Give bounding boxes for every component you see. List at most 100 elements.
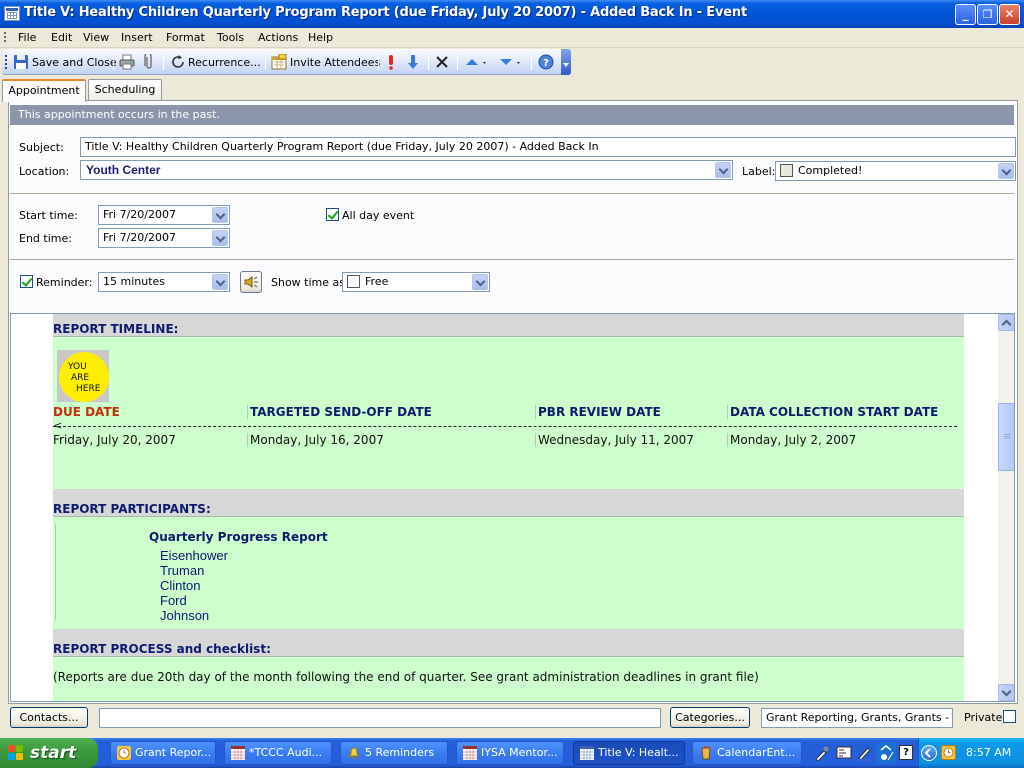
menu-insert[interactable]: Insert xyxy=(121,31,153,44)
location-combobox[interactable]: Youth Center xyxy=(80,160,733,180)
help-tray-icon[interactable]: ? xyxy=(899,745,913,760)
print-button[interactable] xyxy=(119,53,135,71)
label-label: Label: xyxy=(742,165,776,178)
taskbar-button-reminders[interactable]: 5 Reminders xyxy=(340,741,448,765)
toolbar-options-chevron[interactable] xyxy=(561,49,571,75)
notes-scrollbar[interactable] xyxy=(998,314,1014,701)
recurrence-button[interactable]: Recurrence... xyxy=(170,53,261,71)
show-hidden-icons-chevron-icon[interactable] xyxy=(921,745,937,761)
tab-appointment[interactable]: Appointment xyxy=(2,79,86,102)
reminder-chevron-icon[interactable] xyxy=(212,274,228,290)
taskbar-button-tccc[interactable]: *TCCC Audi... xyxy=(224,741,332,765)
outlook-reminder-tray-icon[interactable] xyxy=(941,745,956,760)
divider xyxy=(10,259,1014,260)
all-day-event-label[interactable]: All day event xyxy=(342,209,414,222)
taskbar-button-label: IYSA Mentor... xyxy=(481,746,558,759)
start-date-chevron-icon[interactable] xyxy=(212,207,228,223)
menu-file[interactable]: File xyxy=(18,31,36,44)
close-button[interactable]: ✕ xyxy=(999,4,1020,25)
delete-button[interactable] xyxy=(435,53,449,71)
categories-input[interactable]: Grant Reporting, Grants, Grants - Title xyxy=(761,708,953,728)
end-date-picker[interactable]: Fri 7/20/2007 xyxy=(98,228,230,248)
recurrence-label: Recurrence... xyxy=(188,55,261,69)
column-divider xyxy=(727,405,728,419)
column-divider xyxy=(535,405,536,419)
location-dropdown-chevron-icon[interactable] xyxy=(715,162,731,178)
reminder-dropdown[interactable]: 15 minutes xyxy=(98,272,230,292)
reminder-value: 15 minutes xyxy=(103,275,166,288)
toolbar-separator xyxy=(113,54,114,70)
report-process-heading: REPORT PROCESS and checklist: xyxy=(53,629,964,657)
timeline-heading-send-off: TARGETED SEND-OFF DATE xyxy=(250,405,432,419)
you-are-here-circle: YOU ARE HERE xyxy=(59,352,109,402)
eyedropper-tray-icon[interactable] xyxy=(814,745,830,762)
previous-item-button[interactable] xyxy=(464,53,488,71)
taskbar-button-label: Title V: Healt... xyxy=(598,746,679,759)
divider xyxy=(10,193,1014,194)
timeline-heading-data-collection: DATA COLLECTION START DATE xyxy=(730,405,939,419)
reminder-checkbox[interactable] xyxy=(20,275,33,288)
show-time-as-chevron-icon[interactable] xyxy=(472,274,488,290)
restore-button[interactable]: ❐ xyxy=(977,4,998,25)
scroll-down-arrow-icon[interactable] xyxy=(998,684,1014,701)
save-and-close-button[interactable]: Save and Close xyxy=(13,53,117,71)
tab-scheduling[interactable]: Scheduling xyxy=(88,79,162,101)
menu-format[interactable]: Format xyxy=(166,31,205,44)
toolbar-separator xyxy=(457,54,458,70)
invite-attendees-button[interactable]: Invite Attendees xyxy=(271,53,380,71)
title-bar[interactable]: Title V: Healthy Children Quarterly Prog… xyxy=(0,0,1024,28)
column-divider xyxy=(535,433,536,447)
taskbar-clock[interactable]: 8:57 AM xyxy=(966,746,1011,759)
show-time-as-dropdown[interactable]: Free xyxy=(342,272,490,292)
language-bar-tray-icon[interactable] xyxy=(836,745,852,761)
scroll-up-arrow-icon[interactable] xyxy=(998,314,1014,331)
minimize-button[interactable]: _ xyxy=(955,4,976,25)
start-date-picker[interactable]: Fri 7/20/2007 xyxy=(98,205,230,225)
attach-file-button[interactable] xyxy=(143,53,155,71)
show-time-as-label: Show time as: xyxy=(271,276,349,289)
tool-tray-icon[interactable] xyxy=(876,742,896,764)
label-dropdown-chevron-icon[interactable] xyxy=(998,163,1014,179)
menu-edit[interactable]: Edit xyxy=(51,31,72,44)
menu-help[interactable]: Help xyxy=(308,31,333,44)
private-checkbox[interactable] xyxy=(1003,710,1016,723)
help-question-icon: ? xyxy=(538,54,554,70)
calendar-icon xyxy=(463,746,477,760)
menu-grip[interactable] xyxy=(4,32,6,44)
all-day-event-checkbox[interactable] xyxy=(326,208,339,221)
subject-label: Subject: xyxy=(19,141,64,154)
menu-actions[interactable]: Actions xyxy=(258,31,298,44)
svg-text:?: ? xyxy=(543,58,549,69)
participant: Clinton xyxy=(160,578,201,593)
floppy-disk-icon xyxy=(14,55,28,69)
menu-view[interactable]: View xyxy=(83,31,109,44)
taskbar-button-title-v[interactable]: Title V: Healt... xyxy=(573,741,685,765)
next-item-button[interactable] xyxy=(498,53,522,71)
start-button[interactable]: start xyxy=(0,738,98,768)
high-importance-button[interactable] xyxy=(386,53,396,71)
past-appointment-banner: This appointment occurs in the past. xyxy=(10,105,1014,125)
taskbar-button-calendarent[interactable]: CalendarEnt... xyxy=(692,741,802,765)
private-label[interactable]: Private xyxy=(964,711,1002,724)
label-dropdown[interactable]: Completed! xyxy=(775,161,1016,181)
toolbar-grip[interactable] xyxy=(5,55,7,69)
delete-x-icon xyxy=(436,56,448,68)
categories-button[interactable]: Categories... xyxy=(670,707,750,728)
taskbar-button-grant-reporting[interactable]: Grant Repor... xyxy=(110,741,216,765)
pen-tray-icon[interactable] xyxy=(857,745,873,761)
contacts-input[interactable] xyxy=(99,708,661,728)
reminder-sound-button[interactable] xyxy=(240,271,262,293)
notes-body[interactable]: REPORT TIMELINE: YOU ARE HERE DUE DATE T… xyxy=(10,313,1015,702)
save-and-close-label: Save and Close xyxy=(32,55,117,69)
subject-input[interactable]: Title V: Healthy Children Quarterly Prog… xyxy=(80,137,1016,157)
timeline-heading-pbr-review: PBR REVIEW DATE xyxy=(538,405,661,419)
help-button[interactable]: ? xyxy=(538,53,554,71)
contacts-button[interactable]: Contacts... xyxy=(10,707,88,728)
low-importance-button[interactable] xyxy=(407,53,419,71)
scroll-thumb[interactable] xyxy=(998,403,1014,471)
taskbar-button-iysa[interactable]: IYSA Mentor... xyxy=(456,741,564,765)
reminder-label[interactable]: Reminder: xyxy=(36,276,92,289)
menu-tools[interactable]: Tools xyxy=(217,31,244,44)
location-label: Location: xyxy=(19,165,70,178)
end-date-chevron-icon[interactable] xyxy=(212,230,228,246)
